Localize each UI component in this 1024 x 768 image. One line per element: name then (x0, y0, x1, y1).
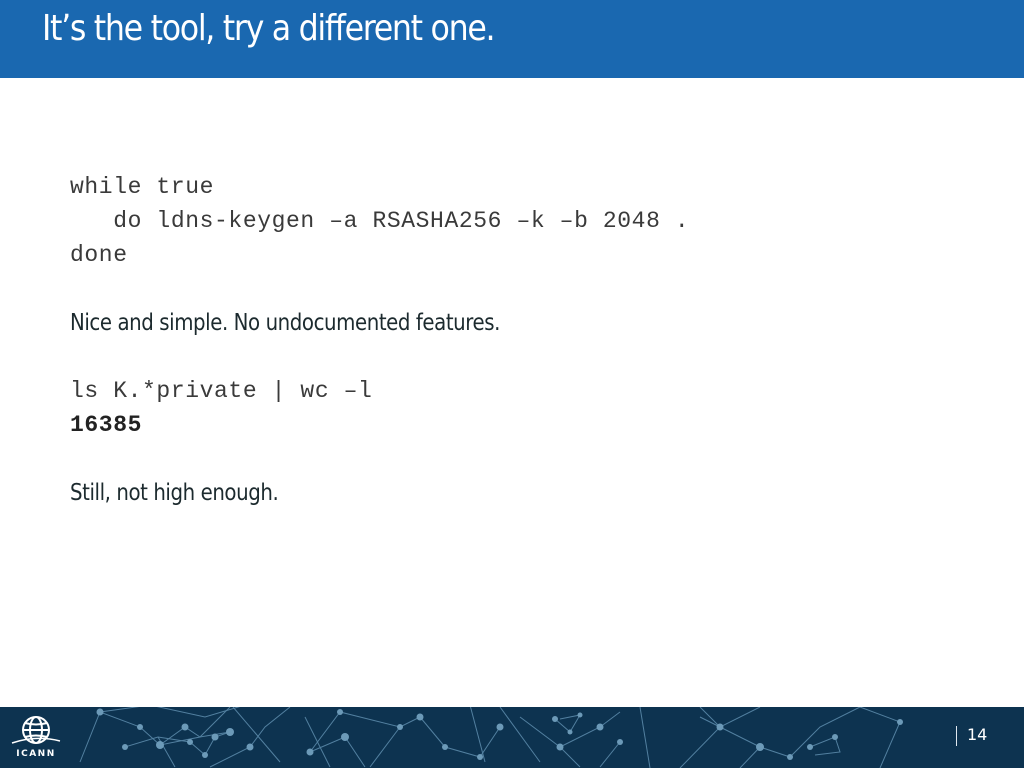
body-text: Still, not high enough. (70, 480, 279, 506)
logo-label: ICANN (16, 749, 56, 759)
pager-divider (956, 725, 957, 746)
network-pattern (79, 707, 903, 768)
slide-header: It’s the tool, try a different one. (0, 0, 1024, 78)
page-number-value: 14 (967, 725, 988, 744)
icann-logo: ICANN (8, 713, 64, 765)
globe-icon (11, 716, 61, 744)
code-line: while true (70, 174, 215, 200)
body-text: Nice and simple. No undocumented feature… (70, 310, 501, 336)
page-number: 14 (956, 725, 987, 746)
slide-title: It’s the tool, try a different one. (42, 8, 496, 49)
code-output: 16385 (70, 412, 143, 438)
code-line: done (70, 242, 128, 268)
code-command: ls K.*private | wc –l (70, 378, 373, 404)
code-line: do ldns-keygen –a RSASHA256 –k –b 2048 . (70, 208, 690, 234)
slide-footer: ICANN 14 (0, 707, 1024, 768)
